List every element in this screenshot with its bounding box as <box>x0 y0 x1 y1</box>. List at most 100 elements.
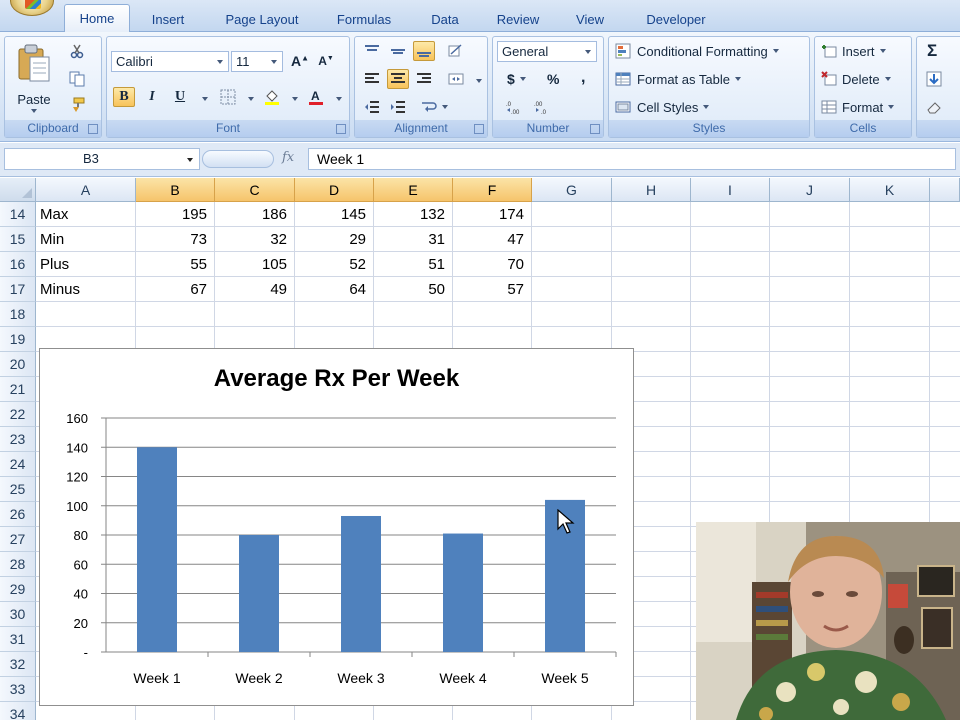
cell-value[interactable]: 52 <box>295 252 374 277</box>
clipboard-dialog-launcher[interactable] <box>88 124 98 134</box>
cut-button[interactable] <box>69 43 85 59</box>
fill-color-dropdown-icon[interactable] <box>292 97 298 101</box>
row-header-28[interactable]: 28 <box>0 552 36 577</box>
tab-developer[interactable]: Developer <box>634 10 718 32</box>
comma-style-button[interactable]: , <box>581 69 585 87</box>
delete-cells-button[interactable]: Delete <box>821 71 891 87</box>
format-as-table-button[interactable]: Format as Table <box>615 71 741 87</box>
bottom-align-button[interactable] <box>413 41 435 61</box>
align-left-button[interactable] <box>361 69 383 89</box>
tab-insert[interactable]: Insert <box>140 10 196 32</box>
column-header-f[interactable]: F <box>453 178 532 202</box>
cell-value[interactable]: 55 <box>136 252 215 277</box>
row-header-33[interactable]: 33 <box>0 677 36 702</box>
row-header-20[interactable]: 20 <box>0 352 36 377</box>
clear-button[interactable] <box>923 97 945 117</box>
cell-styles-button[interactable]: Cell Styles <box>615 99 710 115</box>
row-header-16[interactable]: 16 <box>0 252 36 277</box>
borders-button[interactable] <box>217 87 239 107</box>
decrease-indent-button[interactable] <box>361 97 383 117</box>
row-header-21[interactable]: 21 <box>0 377 36 402</box>
row-header-23[interactable]: 23 <box>0 427 36 452</box>
cell-value[interactable]: 174 <box>453 202 532 227</box>
font-color-button[interactable]: A <box>305 87 327 107</box>
font-size-box[interactable]: 11 <box>231 51 283 72</box>
font-name-box[interactable]: Calibri <box>111 51 229 72</box>
underline-button[interactable]: U <box>169 87 191 107</box>
insert-function-icon[interactable]: fx <box>282 150 294 165</box>
borders-dropdown-icon[interactable] <box>248 97 254 101</box>
autosum-button[interactable]: Σ <box>927 41 937 61</box>
accounting-format-button[interactable]: $ <box>507 71 526 87</box>
cell-value[interactable]: 105 <box>215 252 295 277</box>
insert-cells-button[interactable]: Insert <box>821 43 886 59</box>
cell-value[interactable]: 57 <box>453 277 532 302</box>
office-button[interactable] <box>10 0 54 16</box>
tab-data[interactable]: Data <box>420 10 470 32</box>
column-header-a[interactable]: A <box>36 178 136 202</box>
cell-value[interactable]: 49 <box>215 277 295 302</box>
bold-button[interactable]: B <box>113 87 135 107</box>
cell-value[interactable]: 186 <box>215 202 295 227</box>
cell-value[interactable]: 67 <box>136 277 215 302</box>
cell-label[interactable]: Plus <box>36 252 136 277</box>
row-header-24[interactable]: 24 <box>0 452 36 477</box>
row-header-17[interactable]: 17 <box>0 277 36 302</box>
fill-button[interactable] <box>923 69 945 89</box>
column-header-i[interactable]: I <box>691 178 770 202</box>
column-header-b[interactable]: B <box>136 178 215 202</box>
cell-value[interactable]: 70 <box>453 252 532 277</box>
increase-decimal-button[interactable]: .0.00 <box>503 97 525 117</box>
select-all-button[interactable] <box>0 178 36 202</box>
name-box[interactable]: B3 <box>4 148 200 170</box>
row-header-19[interactable]: 19 <box>0 327 36 352</box>
font-dialog-launcher[interactable] <box>336 124 346 134</box>
tab-formulas[interactable]: Formulas <box>326 10 402 32</box>
row-header-34[interactable]: 34 <box>0 702 36 720</box>
italic-button[interactable]: I <box>141 87 163 107</box>
wrap-text-button[interactable] <box>419 97 449 117</box>
column-header-j[interactable]: J <box>770 178 850 202</box>
column-header-d[interactable]: D <box>295 178 374 202</box>
cell-label[interactable]: Min <box>36 227 136 252</box>
conditional-formatting-button[interactable]: Conditional Formatting <box>615 43 779 59</box>
cell-value[interactable]: 132 <box>374 202 453 227</box>
align-right-button[interactable] <box>413 69 435 89</box>
row-header-32[interactable]: 32 <box>0 652 36 677</box>
row-header-25[interactable]: 25 <box>0 477 36 502</box>
cell-value[interactable]: 64 <box>295 277 374 302</box>
cell-value[interactable]: 145 <box>295 202 374 227</box>
cell-value[interactable]: 73 <box>136 227 215 252</box>
middle-align-button[interactable] <box>387 41 409 61</box>
formula-bar-resize-handle[interactable] <box>202 150 274 168</box>
orientation-button[interactable] <box>445 41 467 61</box>
font-color-dropdown-icon[interactable] <box>336 97 342 101</box>
cell-value[interactable]: 47 <box>453 227 532 252</box>
paste-button[interactable]: Paste <box>11 41 57 113</box>
cell-label[interactable]: Max <box>36 202 136 227</box>
column-header-g[interactable]: G <box>532 178 612 202</box>
row-header-27[interactable]: 27 <box>0 527 36 552</box>
cell-value[interactable]: 31 <box>374 227 453 252</box>
shrink-font-button[interactable]: A▼ <box>315 51 337 71</box>
cell-value[interactable]: 50 <box>374 277 453 302</box>
format-painter-button[interactable] <box>69 97 85 113</box>
fill-color-button[interactable] <box>261 87 283 107</box>
grow-font-button[interactable]: A▲ <box>289 51 311 71</box>
row-header-29[interactable]: 29 <box>0 577 36 602</box>
merge-dropdown-icon[interactable] <box>476 79 482 83</box>
column-header-k[interactable]: K <box>850 178 930 202</box>
decrease-decimal-button[interactable]: .00.0 <box>531 97 553 117</box>
alignment-dialog-launcher[interactable] <box>474 124 484 134</box>
formula-input[interactable]: Week 1 <box>308 148 956 170</box>
percent-style-button[interactable]: % <box>547 71 559 87</box>
tab-review[interactable]: Review <box>488 10 548 32</box>
number-format-box[interactable]: General <box>497 41 597 62</box>
copy-button[interactable] <box>69 71 85 87</box>
merge-center-button[interactable] <box>445 69 467 89</box>
top-align-button[interactable] <box>361 41 383 61</box>
number-dialog-launcher[interactable] <box>590 124 600 134</box>
row-header-15[interactable]: 15 <box>0 227 36 252</box>
cell-value[interactable]: 195 <box>136 202 215 227</box>
cell-value[interactable]: 32 <box>215 227 295 252</box>
